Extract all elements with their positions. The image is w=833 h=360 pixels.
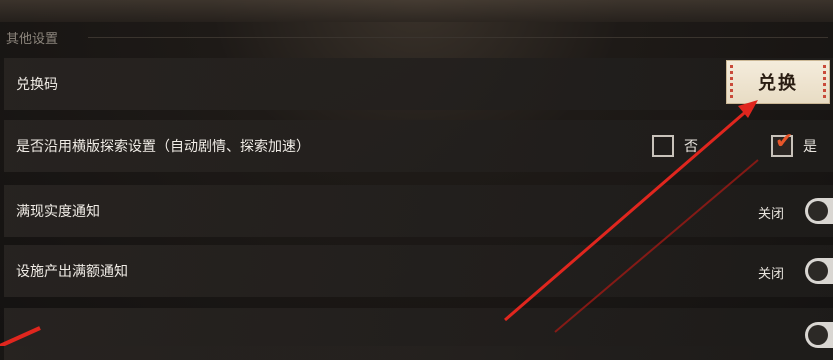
red-annotation-arrow-icon xyxy=(0,100,759,346)
